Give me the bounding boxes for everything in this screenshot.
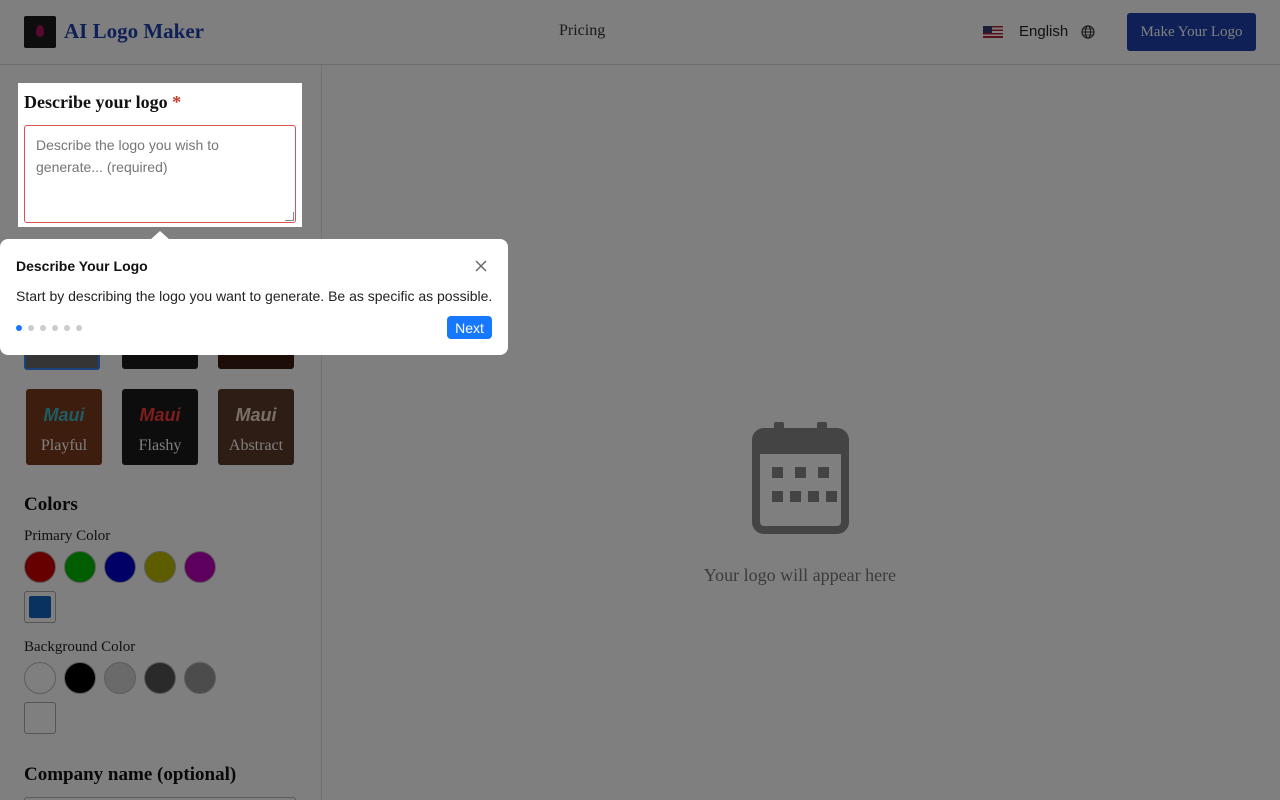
close-icon[interactable]	[473, 258, 489, 274]
describe-logo-input[interactable]	[24, 125, 296, 223]
tour-step-dot[interactable]	[28, 325, 34, 331]
tour-step-dot[interactable]	[64, 325, 70, 331]
tour-step-dot[interactable]	[16, 325, 22, 331]
textarea-resize-handle[interactable]	[285, 212, 294, 221]
describe-logo-title: Describe your logo *	[24, 92, 181, 113]
tour-next-button[interactable]: Next	[447, 316, 492, 339]
describe-logo-title-text: Describe your logo	[24, 92, 168, 112]
tour-description: Start by describing the logo you want to…	[16, 288, 493, 304]
tour-step-dot[interactable]	[76, 325, 82, 331]
required-mark: *	[172, 92, 182, 112]
tour-title: Describe Your Logo	[16, 258, 148, 274]
tour-step-dot[interactable]	[52, 325, 58, 331]
tour-popover: Describe Your Logo Start by describing t…	[0, 239, 508, 355]
tour-step-dot[interactable]	[40, 325, 46, 331]
